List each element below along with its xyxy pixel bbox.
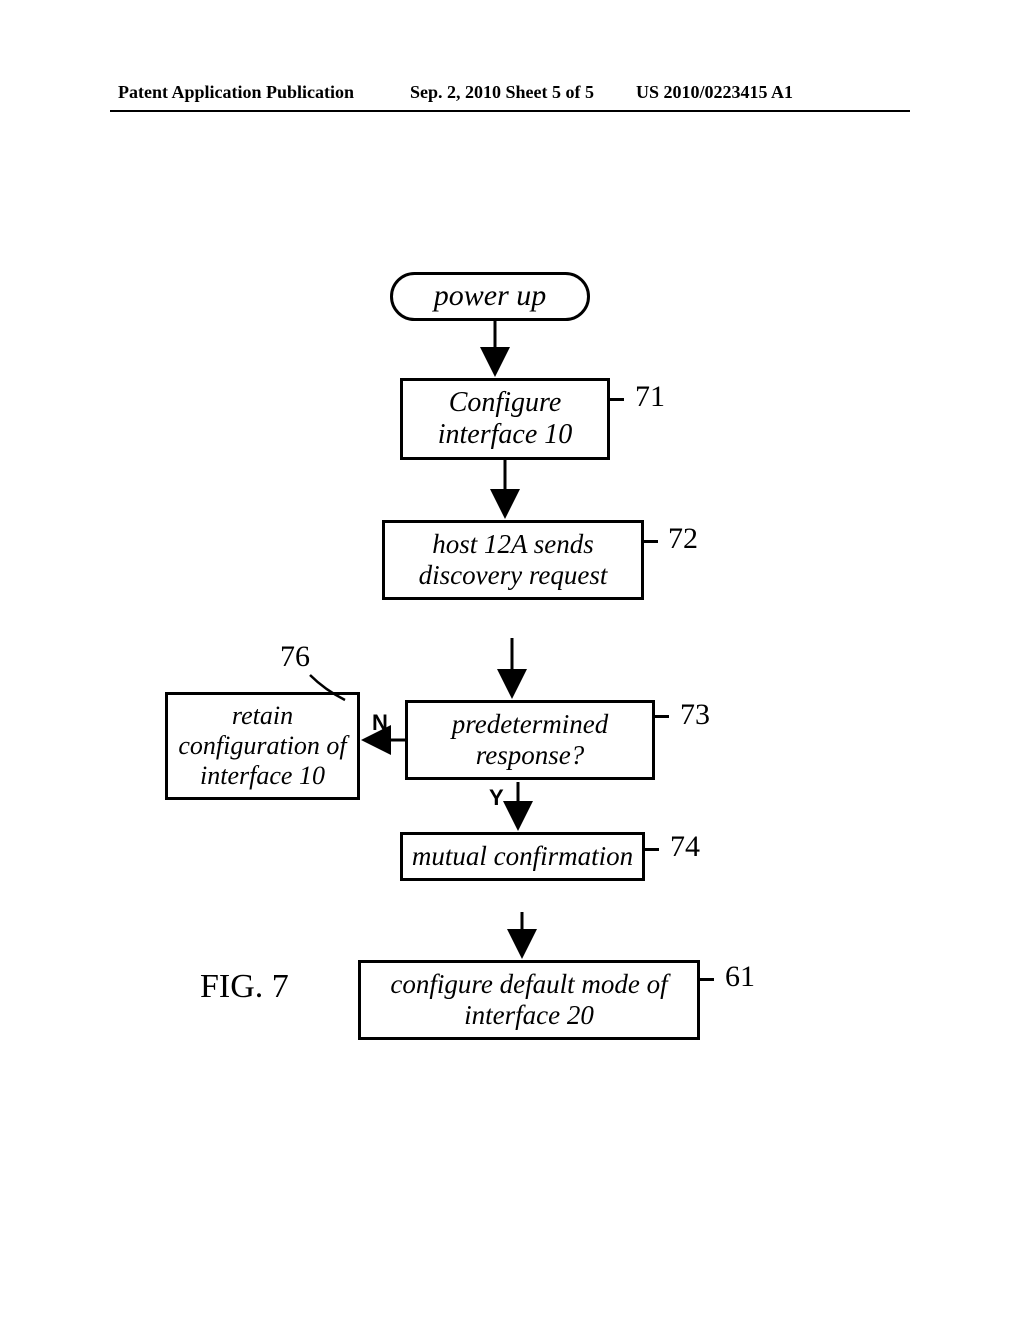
block-74-mutual-confirmation: mutual confirmation bbox=[400, 832, 645, 881]
ref-71: 71 bbox=[635, 380, 665, 414]
header-rule bbox=[110, 110, 910, 112]
ref-61: 61 bbox=[725, 960, 755, 994]
branch-no-label: N bbox=[372, 710, 388, 736]
ref-76: 76 bbox=[280, 640, 310, 674]
block-72-discovery-request: host 12A sends discovery request bbox=[382, 520, 644, 600]
header-left: Patent Application Publication bbox=[118, 82, 354, 103]
ref-73: 73 bbox=[680, 698, 710, 732]
header-right: US 2010/0223415 A1 bbox=[636, 82, 793, 103]
block-76-retain-configuration: retain configuration of interface 10 bbox=[165, 692, 360, 800]
figure-label: FIG. 7 bbox=[200, 968, 289, 1006]
flow-arrows bbox=[0, 0, 1024, 1320]
block-61-configure-default-mode: configure default mode of interface 20 bbox=[358, 960, 700, 1040]
block-73-predetermined-response: predetermined response? bbox=[405, 700, 655, 780]
branch-yes-label: Y bbox=[489, 785, 504, 811]
block-71-configure-interface: Configure interface 10 bbox=[400, 378, 610, 460]
ref-74: 74 bbox=[670, 830, 700, 864]
header-mid: Sep. 2, 2010 Sheet 5 of 5 bbox=[410, 82, 594, 103]
ref-72: 72 bbox=[668, 522, 698, 556]
start-node: power up bbox=[390, 272, 590, 321]
